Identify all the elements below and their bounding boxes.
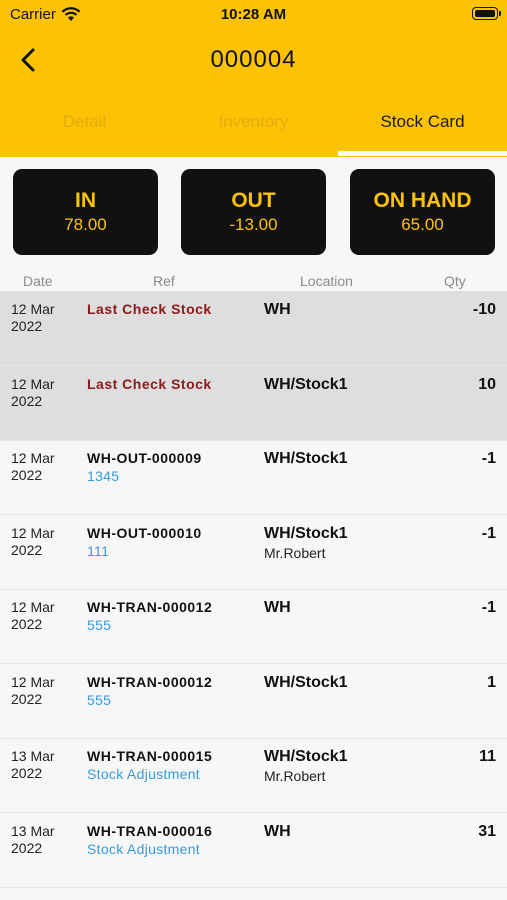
row-date-day: 12 Mar	[11, 524, 55, 541]
table-row[interactable]: 12 Mar 2022 WH-TRAN-000012 555 WH -1	[0, 589, 507, 664]
row-date-day: 12 Mar	[11, 673, 55, 690]
row-date-year: 2022	[11, 839, 43, 856]
row-ref-note: 555	[87, 617, 112, 633]
row-date: 12 Mar 2022	[11, 674, 55, 708]
row-date-year: 2022	[11, 690, 43, 707]
row-person: Mr.Robert	[264, 768, 326, 784]
row-date-year: 2022	[11, 541, 43, 558]
table-row[interactable]: 12 Mar 2022 WH-TRAN-000012 555 WH/Stock1 1	[0, 664, 507, 739]
row-qty: 11	[479, 748, 496, 765]
tab-detail[interactable]: Detail	[0, 112, 169, 132]
row-qty: -1	[481, 599, 496, 616]
summary-value: -13.00	[229, 215, 278, 234]
row-ref: WH-TRAN-000016	[87, 822, 213, 839]
summary-value: 78.00	[64, 215, 107, 234]
column-header-location: Location	[300, 273, 353, 289]
table-row[interactable]: 13 Mar 2022 WH-TRAN-000015 Stock Adjustment…	[0, 738, 507, 813]
row-qty: -10	[472, 301, 496, 318]
row-qty: -1	[481, 524, 496, 542]
row-date: 12 Mar 2022	[11, 376, 55, 410]
row-qty: 10	[478, 375, 496, 393]
row-person: Mr.Robert	[264, 544, 326, 561]
row-ref: Last Check Stock	[87, 375, 212, 392]
row-date-day: 12 Mar	[11, 599, 55, 615]
table-row[interactable]: 12 Mar 2022 WH-OUT-000009 1345 WH/Stock1 -1	[0, 440, 507, 515]
table-row[interactable]: 12 Mar 2022 Last Check Stock WH/Stock1 10	[0, 365, 507, 441]
row-date-day: 13 Mar	[11, 822, 55, 839]
row-ref: WH-TRAN-000012	[87, 599, 213, 615]
row-ref: WH-TRAN-000015	[87, 748, 213, 764]
tab-inventory[interactable]: Inventory	[169, 112, 338, 132]
row-location: WH	[264, 822, 291, 840]
page-title: 000004	[210, 46, 297, 73]
row-location: WH/Stock1	[264, 450, 348, 467]
tab-stock-card[interactable]: Stock Card	[338, 112, 507, 132]
row-date-year: 2022	[11, 616, 43, 632]
row-ref: WH-OUT-000010	[87, 524, 202, 541]
battery-cap	[499, 11, 501, 16]
row-date: 13 Mar 2022	[11, 823, 55, 857]
row-location: WH	[264, 599, 291, 616]
row-date-day: 12 Mar	[11, 450, 55, 466]
row-location: WH/Stock1	[264, 524, 348, 542]
summary-card-on-hand: ON HAND 65.00	[350, 169, 495, 255]
row-date-year: 2022	[11, 765, 43, 781]
row-location: WH	[264, 301, 291, 318]
column-header-qty: Qty	[444, 273, 466, 289]
row-date-year: 2022	[11, 467, 43, 483]
row-date: 13 Mar 2022	[11, 748, 55, 782]
row-qty: 1	[487, 673, 496, 691]
row-ref-note: 555	[87, 691, 112, 708]
tab-indicator	[338, 151, 507, 156]
row-ref-note: 111	[87, 542, 110, 559]
clock: 10:28 AM	[220, 6, 287, 23]
row-ref-note: Stock Adjustment	[87, 840, 200, 857]
row-date-day: 12 Mar	[11, 301, 55, 317]
row-ref-note: Stock Adjustment	[87, 766, 200, 782]
summary-label: IN	[75, 189, 96, 212]
summary-label: OUT	[231, 189, 276, 212]
row-ref: WH-TRAN-000012	[87, 673, 213, 690]
row-date-year: 2022	[11, 318, 43, 334]
column-header-ref: Ref	[153, 273, 175, 289]
column-header-date: Date	[23, 273, 53, 289]
row-date: 12 Mar 2022	[11, 450, 55, 484]
summary-label: ON HAND	[373, 189, 472, 212]
summary-card-out: OUT -13.00	[181, 169, 326, 255]
table-row[interactable]: 12 Mar 2022 WH-OUT-000010 111 WH/Stock1 Mr.Ro…	[0, 515, 507, 590]
row-qty: -1	[481, 450, 496, 467]
row-location: WH/Stock1	[264, 748, 348, 765]
table-row[interactable]: 13 Mar 2022 WH-TRAN-000016 Stock Adjustment…	[0, 813, 507, 888]
row-qty: 31	[478, 822, 496, 840]
row-date: 12 Mar 2022	[11, 525, 55, 559]
row-ref: WH-OUT-000009	[87, 450, 202, 466]
row-ref-note: 1345	[87, 468, 120, 484]
summary-value: 65.00	[401, 215, 444, 234]
battery-icon	[472, 7, 498, 20]
row-date-day: 12 Mar	[11, 375, 55, 392]
status-bar: Carrier 10:28 AM	[0, 0, 507, 30]
summary-card-in: IN 78.00	[13, 169, 158, 255]
row-location: WH/Stock1	[264, 375, 348, 393]
row-date: 12 Mar 2022	[11, 301, 55, 335]
table-row[interactable]: 12 Mar 2022 Last Check Stock WH -10	[0, 291, 507, 366]
row-date: 12 Mar 2022	[11, 599, 55, 633]
row-date-year: 2022	[11, 392, 43, 409]
row-location: WH/Stock1	[264, 673, 348, 691]
row-date-day: 13 Mar	[11, 748, 55, 764]
row-ref: Last Check Stock	[87, 301, 212, 317]
